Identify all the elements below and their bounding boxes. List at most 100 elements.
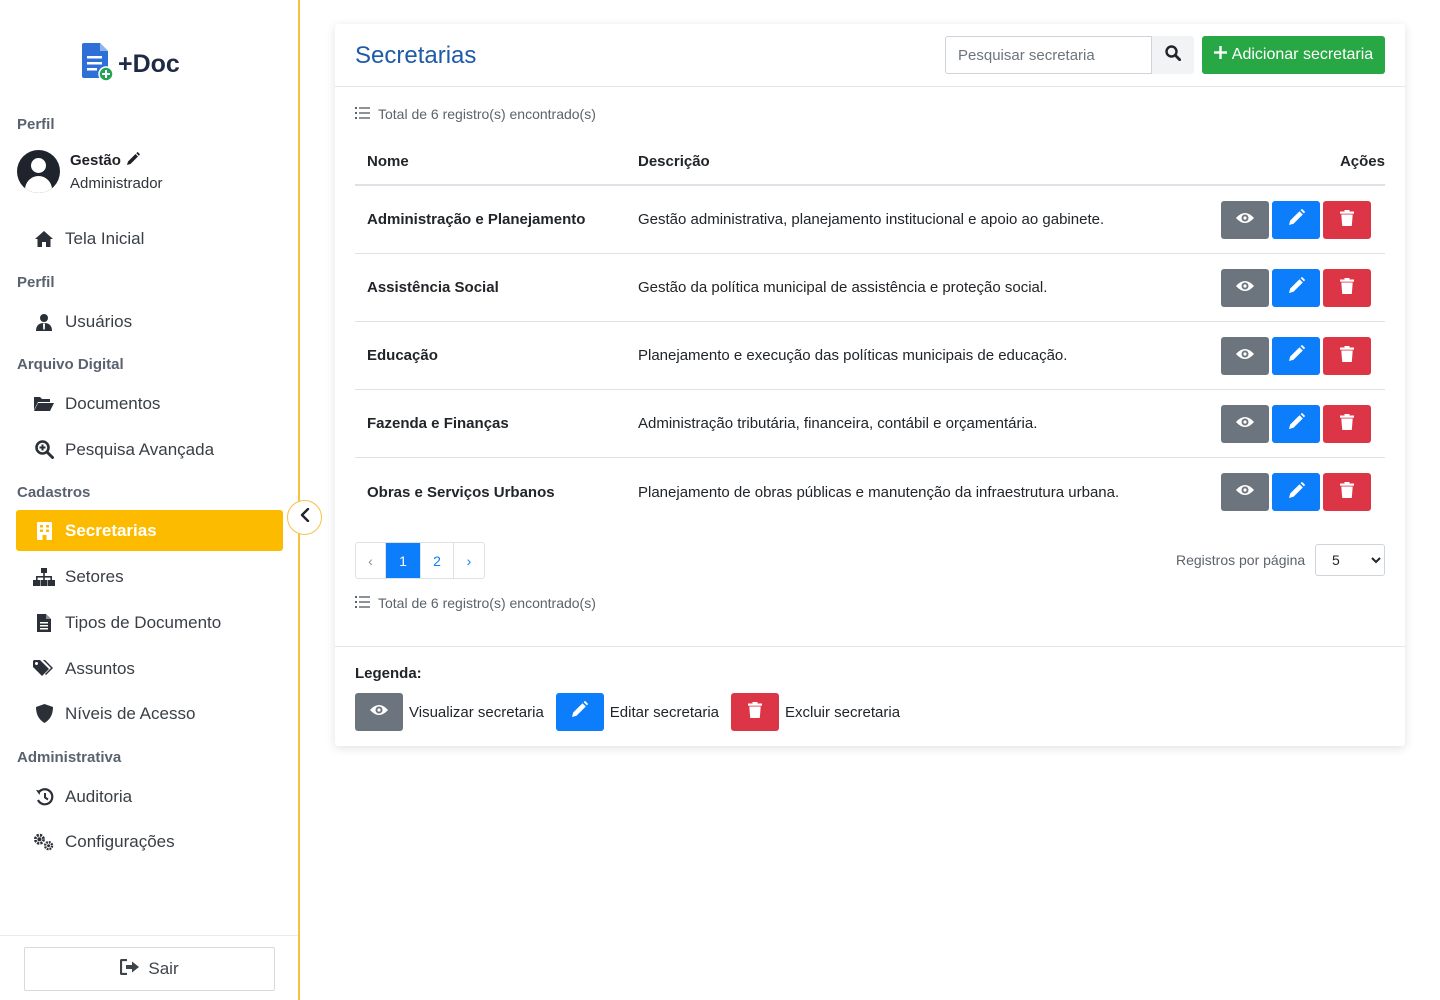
edit-button[interactable] <box>1272 336 1320 375</box>
pencil-icon <box>571 701 589 723</box>
eye-icon <box>1235 279 1255 297</box>
per-page-select[interactable]: 5 <box>1315 544 1385 576</box>
sidebar-item-usuarios[interactable]: Usuários <box>16 301 283 342</box>
sidebar-item-auditoria[interactable]: Auditoria <box>16 776 283 817</box>
list-icon <box>355 106 370 122</box>
trash-icon <box>748 701 762 723</box>
shield-icon <box>33 703 55 725</box>
pencil-icon[interactable] <box>126 151 140 170</box>
document-plus-icon <box>80 42 114 87</box>
pencil-icon <box>1288 481 1305 503</box>
row-actions <box>1208 473 1385 511</box>
user-name: Gestão <box>70 152 121 169</box>
logout-label: Sair <box>148 959 179 978</box>
total-records-text: Total de 6 registro(s) encontrado(s) <box>378 106 596 122</box>
app-logo[interactable]: +Doc <box>80 42 180 87</box>
secretarias-table: Nome Descrição Ações Administração e Pla… <box>355 138 1385 526</box>
legend-edit-label: Editar secretaria <box>609 703 719 721</box>
sidebar-item-label: Tela Inicial <box>65 228 145 248</box>
sidebar-item-home[interactable]: Tela Inicial <box>16 218 283 259</box>
list-icon <box>355 595 370 611</box>
page-title: Secretarias <box>355 42 477 69</box>
secretaria-description: Gestão administrativa, planejamento inst… <box>638 211 1105 228</box>
sidebar-item-assuntos[interactable]: Assuntos <box>16 648 283 689</box>
edit-button[interactable] <box>1272 404 1320 443</box>
delete-button[interactable] <box>1323 268 1371 307</box>
view-button[interactable] <box>1221 336 1269 375</box>
sidebar-item-label: Configurações <box>65 831 175 851</box>
delete-button[interactable] <box>1323 404 1371 443</box>
secretaria-name: Assistência Social <box>367 279 499 296</box>
search-plus-icon <box>33 439 55 461</box>
sidebar-item-tipos-documento[interactable]: Tipos de Documento <box>16 602 283 643</box>
trash-icon <box>1340 345 1354 366</box>
avatar <box>17 150 60 193</box>
legend: Visualizar secretaria Editar secretaria … <box>355 693 912 731</box>
row-actions <box>1208 268 1385 307</box>
view-button[interactable] <box>1221 404 1269 443</box>
table-row: Assistência Social Gestão da política mun… <box>355 254 1385 322</box>
folder-open-icon <box>33 393 55 415</box>
column-header-name[interactable]: Nome <box>355 153 638 170</box>
edit-button[interactable] <box>1272 268 1320 307</box>
sidebar-item-label: Usuários <box>65 311 133 331</box>
user-profile[interactable]: Gestão Administrador <box>17 150 163 193</box>
row-actions <box>1208 200 1385 239</box>
secretaria-name: Fazenda e Finanças <box>367 415 509 432</box>
delete-button[interactable] <box>1323 336 1371 375</box>
table-row: Administração e Planejamento Gestão admin… <box>355 186 1385 254</box>
trash-icon <box>1340 277 1354 298</box>
delete-button[interactable] <box>1323 473 1371 511</box>
eye-icon <box>1235 347 1255 365</box>
view-button[interactable] <box>1221 473 1269 511</box>
add-secretaria-label: Adicionar secretaria <box>1231 46 1374 63</box>
add-secretaria-button[interactable]: Adicionar secretaria <box>1202 36 1385 74</box>
section-title-arquivo: Arquivo Digital <box>17 356 124 373</box>
logout-button[interactable]: Sair <box>24 947 275 991</box>
pencil-icon <box>1288 345 1305 366</box>
legend-divider <box>335 646 1405 647</box>
pencil-icon <box>1288 209 1305 230</box>
search-button[interactable] <box>1152 36 1194 74</box>
total-records-top: Total de 6 registro(s) encontrado(s) <box>355 106 596 122</box>
secretaria-name: Obras e Serviços Urbanos <box>367 483 555 501</box>
secretaria-description: Gestão da política municipal de assistên… <box>638 279 1048 296</box>
sidebar-item-niveis-acesso[interactable]: Níveis de Acesso <box>16 693 283 734</box>
sidebar-item-label: Setores <box>65 566 124 586</box>
section-title-administrativa: Administrativa <box>17 749 122 766</box>
pagination-page-1[interactable]: 1 <box>386 543 421 578</box>
column-header-description[interactable]: Descrição <box>638 153 1208 170</box>
collapse-sidebar-button[interactable] <box>287 500 322 535</box>
sidebar-item-setores[interactable]: Setores <box>16 556 283 597</box>
pagination-prev[interactable]: ‹ <box>356 543 386 578</box>
pagination-next[interactable]: › <box>454 543 484 578</box>
legend-view-label: Visualizar secretaria <box>409 703 544 721</box>
tags-icon <box>33 658 55 680</box>
total-records-bottom: Total de 6 registro(s) encontrado(s) <box>355 595 596 611</box>
cogs-icon <box>33 831 55 853</box>
sidebar-item-pesquisa[interactable]: Pesquisa Avançada <box>16 429 283 470</box>
user-role: Administrador <box>70 174 163 192</box>
pagination-page-2[interactable]: 2 <box>421 543 454 578</box>
view-button[interactable] <box>1221 268 1269 307</box>
secretaria-description: Planejamento e execução das políticas mu… <box>638 347 1068 364</box>
view-button[interactable] <box>1221 200 1269 239</box>
section-title-perfil: Perfil <box>17 274 55 291</box>
row-actions <box>1208 336 1385 375</box>
secretaria-description: Planejamento de obras públicas e manuten… <box>638 483 1120 501</box>
sidebar-item-label: Secretarias <box>65 520 157 540</box>
edit-button[interactable] <box>1272 200 1320 239</box>
sidebar-item-documentos[interactable]: Documentos <box>16 383 283 424</box>
edit-button[interactable] <box>1272 473 1320 511</box>
section-title-profile: Perfil <box>17 116 55 133</box>
logout-area: Sair <box>0 935 298 1000</box>
search-input[interactable] <box>945 36 1152 74</box>
app-logo-text: +Doc <box>118 50 180 78</box>
sidebar: +Doc Perfil Gestão Administrador Tela In… <box>0 0 300 1000</box>
delete-button[interactable] <box>1323 200 1371 239</box>
sidebar-item-configuracoes[interactable]: Configurações <box>16 821 283 862</box>
total-records-text: Total de 6 registro(s) encontrado(s) <box>378 595 596 611</box>
sidebar-item-secretarias[interactable]: Secretarias <box>16 510 283 551</box>
sidebar-item-label: Documentos <box>65 393 161 413</box>
secretaria-name: Educação <box>367 347 438 364</box>
